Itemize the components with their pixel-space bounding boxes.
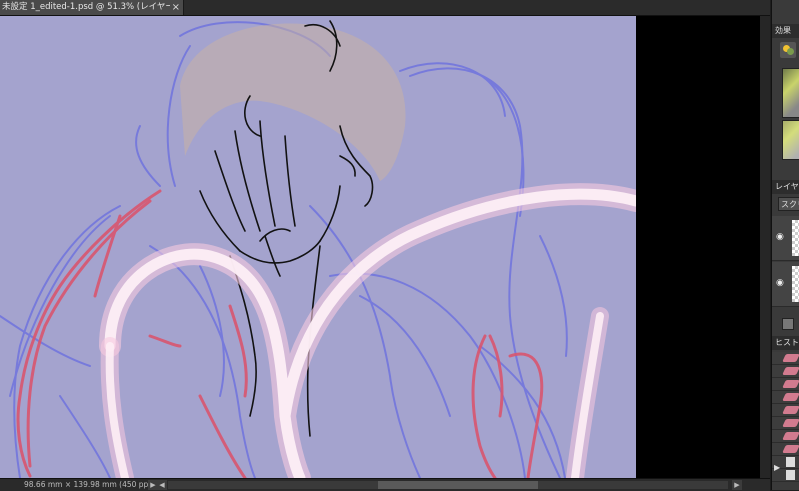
layer-row[interactable]: ◉ <box>772 262 799 307</box>
layers-panel-header[interactable]: レイヤー <box>772 180 799 194</box>
document-history-icon <box>786 457 795 467</box>
history-row[interactable] <box>772 365 799 378</box>
history-row[interactable] <box>772 430 799 443</box>
document-tab[interactable]: 未設定 1_edited-1.psd @ 51.3% (レイヤー 8, RGB/… <box>0 0 184 15</box>
document-tab-bar: 未設定 1_edited-1.psd @ 51.3% (レイヤー 8, RGB/… <box>0 0 770 16</box>
history-row[interactable] <box>772 404 799 417</box>
eye-icon[interactable]: ◉ <box>776 233 786 242</box>
canvas-area <box>0 16 770 478</box>
brush-history-icon <box>782 354 799 362</box>
brush-history-icon <box>782 406 799 414</box>
scroll-right-arrow-icon[interactable]: ▶ <box>732 480 742 490</box>
history-panel-header[interactable]: ヒストリー <box>772 336 799 350</box>
effects-icon[interactable] <box>780 42 796 58</box>
history-row[interactable] <box>772 391 799 404</box>
history-row[interactable] <box>772 417 799 430</box>
scroll-left-arrow-icon[interactable]: ◀ <box>157 480 167 490</box>
status-bar: 98.66 mm × 139.98 mm (450 ppi) ▶ ◀ ▶ <box>0 478 770 491</box>
drawing-canvas[interactable] <box>0 16 636 478</box>
brush-history-icon <box>782 380 799 388</box>
history-row[interactable] <box>772 443 799 456</box>
brush-history-icon <box>782 419 799 427</box>
history-row[interactable] <box>772 352 799 365</box>
brush-history-icon <box>782 445 799 453</box>
brush-history-icon <box>782 367 799 375</box>
layer-thumbnail <box>792 220 799 256</box>
vertical-scrollbar[interactable] <box>760 16 770 478</box>
sketch-artwork <box>0 20 636 478</box>
document-tab-title: 未設定 1_edited-1.psd @ 51.3% (レイヤー 8, RGB/… <box>2 2 170 12</box>
blend-mode-dropdown[interactable]: スクリーン <box>778 197 799 211</box>
brush-history-icon <box>782 432 799 440</box>
horizontal-scrollbar-thumb[interactable] <box>378 481 538 489</box>
layer-row[interactable]: ◉ <box>772 216 799 261</box>
right-panel-dock: 効果 レイヤー スクリーン ◉ ◉ ヒストリー ▶ <box>771 0 799 490</box>
close-icon[interactable]: × <box>172 0 180 15</box>
document-history-icon <box>786 470 795 480</box>
effect-thumbnail-1[interactable] <box>782 68 799 118</box>
history-row[interactable] <box>772 378 799 391</box>
horizontal-scrollbar[interactable] <box>168 481 728 489</box>
brush-history-icon <box>782 393 799 401</box>
hair-shading <box>180 23 406 181</box>
history-expand-arrow-icon[interactable]: ▶ <box>774 463 780 472</box>
document-dimensions: 98.66 mm × 139.98 mm (450 ppi) <box>24 480 154 489</box>
new-layer-icon[interactable] <box>782 318 794 330</box>
layer-thumbnail <box>792 266 799 302</box>
effect-thumbnail-2[interactable] <box>782 120 799 160</box>
effects-panel-header[interactable]: 効果 <box>772 24 799 38</box>
eye-icon[interactable]: ◉ <box>776 279 786 288</box>
glow-stroke <box>99 183 636 478</box>
